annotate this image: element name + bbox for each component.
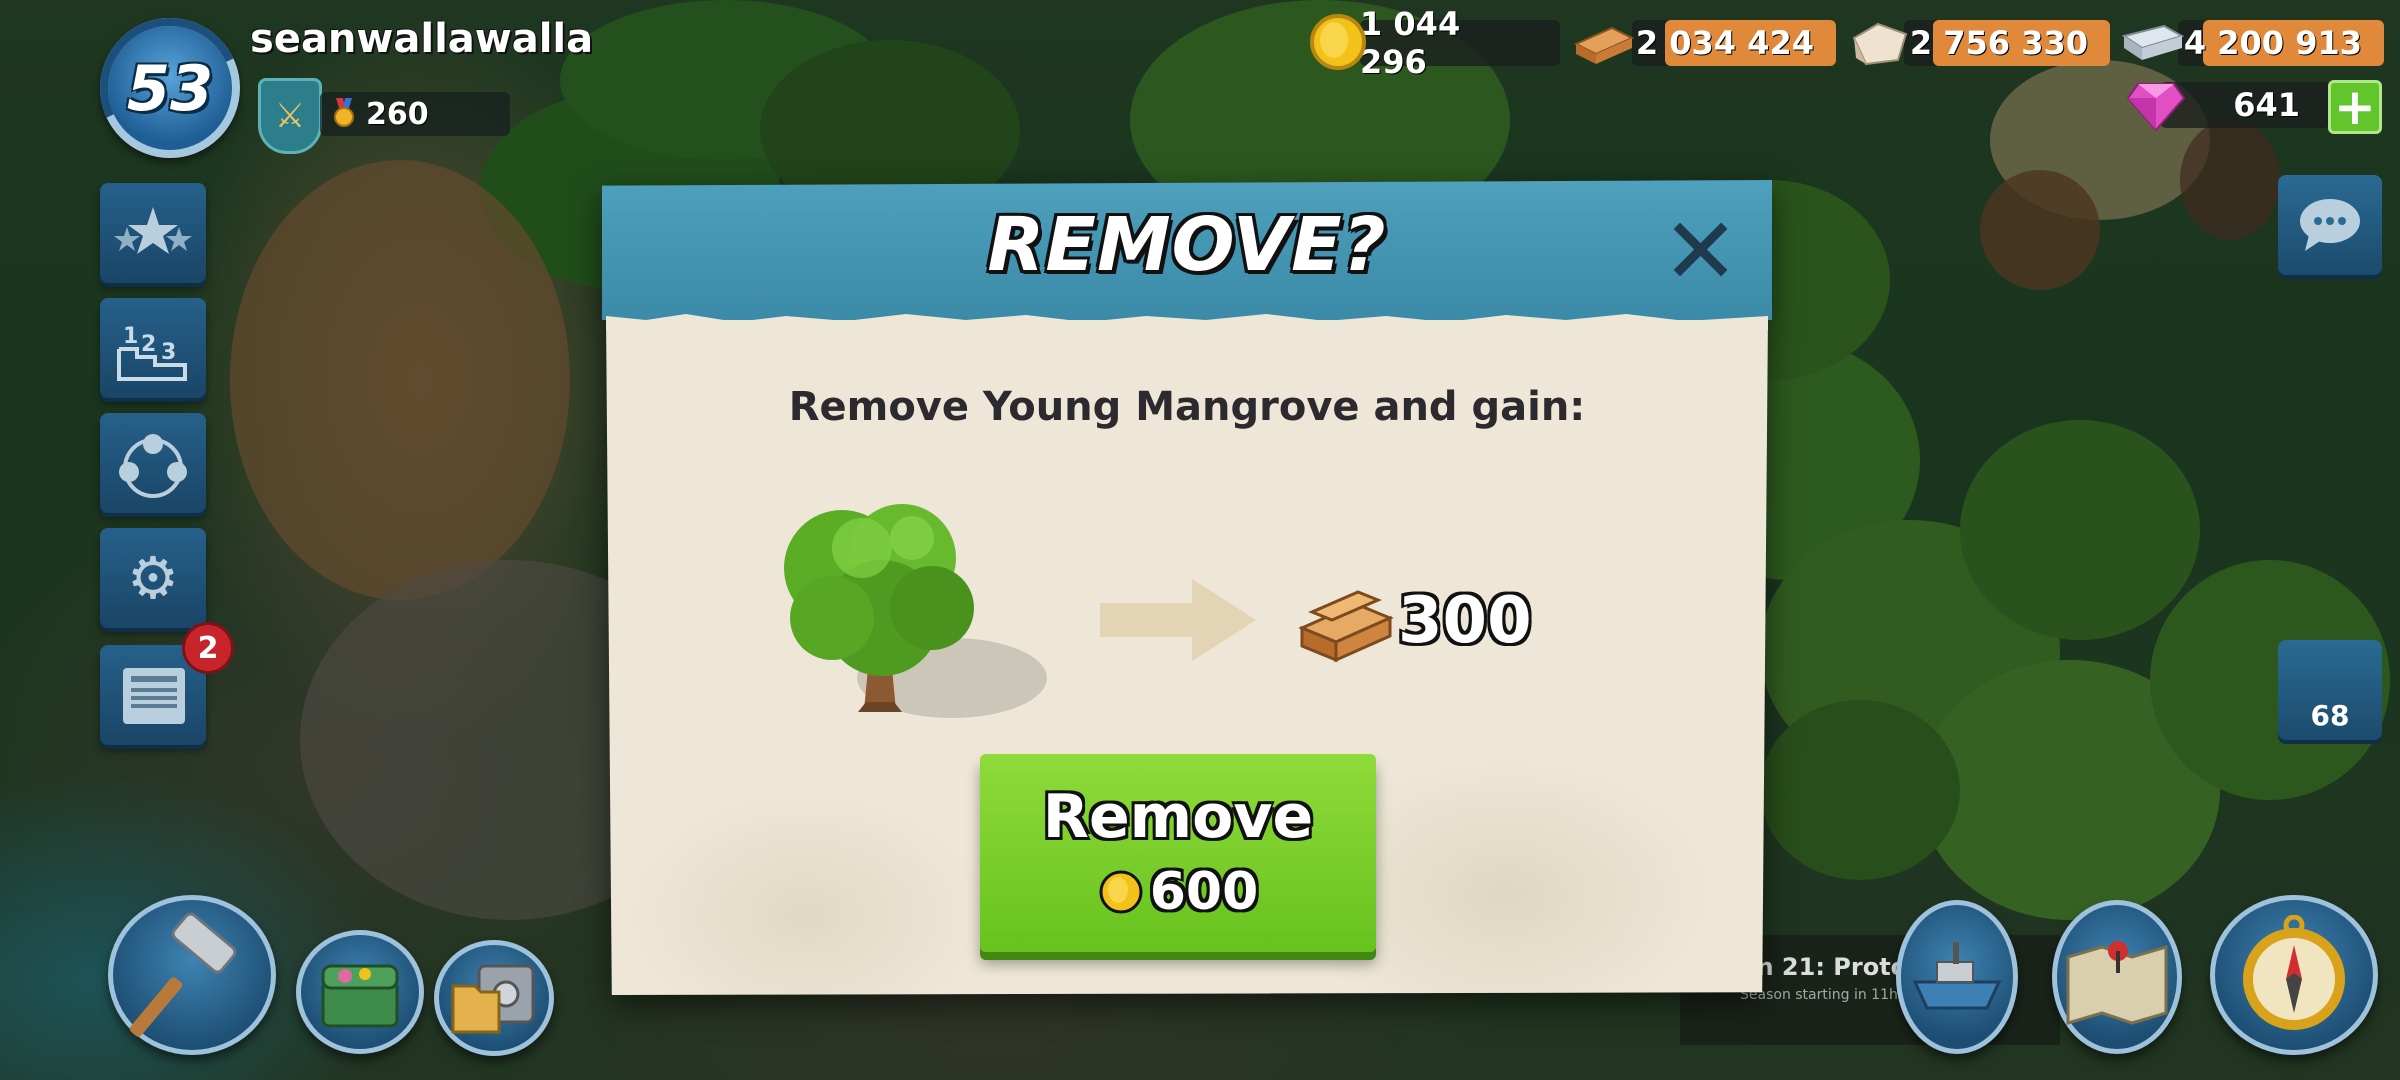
gold-counter: 1 044 296 <box>1360 5 1560 81</box>
stone-block-icon <box>1852 22 1908 66</box>
gold-coin-icon <box>1310 14 1366 70</box>
player-name[interactable]: seanwallawalla <box>250 16 593 62</box>
remove-obstacle-dialog: REMOVE? ✕ Remove Young Mangrove and gain… <box>602 180 1772 995</box>
compass-icon <box>2243 915 2345 1030</box>
diamond-icon <box>2126 83 2186 132</box>
medal-counter: 260 <box>320 92 510 136</box>
news-notification-badge: 2 <box>182 622 234 674</box>
svg-text:3: 3 <box>161 340 176 365</box>
iron-amount: 4 200 913 <box>2183 24 2362 62</box>
wood-planks-icon <box>1573 26 1635 64</box>
remove-cost-amount: 600 <box>1149 862 1259 922</box>
svg-text:2: 2 <box>141 332 156 357</box>
gunboat-button[interactable] <box>1896 900 2018 1054</box>
medal-count: 260 <box>366 96 429 132</box>
sidebar-button-task-force[interactable] <box>100 413 206 513</box>
close-dialog-button[interactable]: ✕ <box>1662 206 1739 298</box>
gold-coin-icon <box>1099 870 1143 914</box>
boat-icon <box>1912 942 2002 1010</box>
leaderboard-icon: 1 2 3 <box>117 324 187 381</box>
young-mangrove-tree-icon <box>784 504 1047 718</box>
gunboat-troops-button[interactable]: 68 <box>2278 640 2382 740</box>
svg-text:1: 1 <box>123 324 138 349</box>
build-button[interactable] <box>108 895 276 1055</box>
remove-button[interactable]: Remove 600 <box>980 754 1376 952</box>
stone-counter: 2 756 330 <box>1904 20 2110 66</box>
treasure-chest-icon <box>321 964 399 1028</box>
wood-counter: 2 034 424 <box>1632 20 1836 66</box>
map-icon <box>2066 941 2168 1026</box>
community-icon <box>119 434 187 498</box>
player-level-badge[interactable]: 53 <box>80 0 260 178</box>
sidebar-button-leaderboard[interactable]: 1 2 3 <box>100 298 206 398</box>
compass-button[interactable] <box>2210 895 2378 1055</box>
hammer-icon <box>129 912 237 1037</box>
treasure-button[interactable] <box>296 930 424 1054</box>
troops-count: 68 <box>2310 699 2350 732</box>
torn-paper-edge <box>606 314 1768 330</box>
sidebar-button-settings[interactable]: ⚙ <box>100 528 206 628</box>
chat-bubble-icon <box>2300 199 2360 251</box>
buy-gems-button[interactable]: + <box>2328 80 2382 134</box>
iron-ingot-icon <box>2121 24 2184 60</box>
stars-icon <box>114 207 192 254</box>
sidebar-button-rankings[interactable] <box>100 183 206 283</box>
dialog-message: Remove Young Mangrove and gain: <box>788 384 1586 430</box>
medal-icon <box>334 98 354 127</box>
folder-safe-icon <box>451 964 535 1034</box>
arrow-right-icon <box>1100 579 1256 661</box>
wood-amount: 2 034 424 <box>1635 24 1814 62</box>
stone-amount: 2 756 330 <box>1909 24 2088 62</box>
newspaper-icon <box>123 668 185 724</box>
iron-counter: 4 200 913 <box>2178 20 2384 66</box>
intel-button[interactable] <box>434 940 554 1056</box>
wood-reward-icon <box>1298 590 1394 663</box>
map-button[interactable] <box>2052 900 2182 1054</box>
gold-amount: 1 044 296 <box>1360 5 1461 81</box>
task-force-shield-icon[interactable]: ⚔ <box>258 78 322 154</box>
wood-gain-amount: 300 <box>1398 584 1532 658</box>
gear-icon: ⚙ <box>127 544 179 612</box>
gems-amount: 641 <box>2233 86 2300 124</box>
remove-button-label: Remove <box>1042 782 1314 852</box>
chat-button[interactable] <box>2278 175 2382 275</box>
dialog-title: REMOVE? <box>987 202 1387 288</box>
close-icon: ✕ <box>1662 198 1740 305</box>
remove-cost: 600 <box>980 862 1376 922</box>
